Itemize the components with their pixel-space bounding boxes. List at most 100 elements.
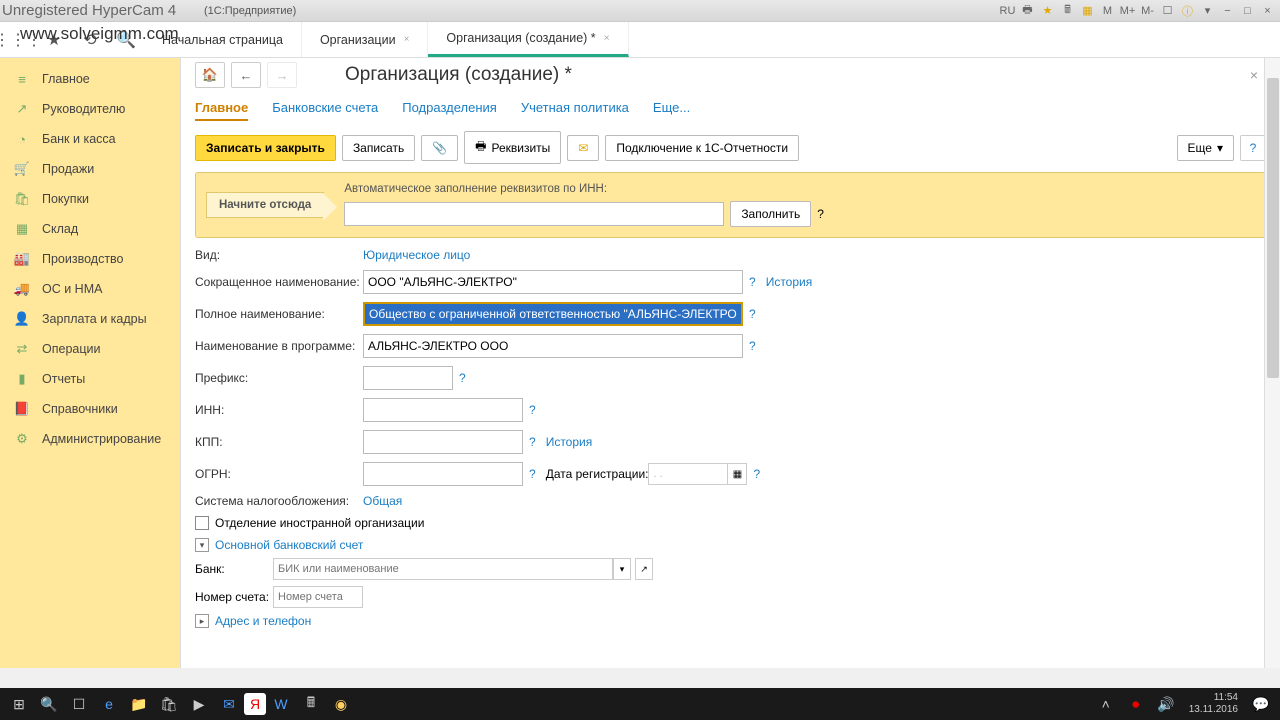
sidebar-item-purchases[interactable]: 🛍Покупки [0, 184, 180, 214]
sidebar-item-references[interactable]: 📕Справочники [0, 394, 180, 424]
ogrn-input[interactable] [363, 462, 523, 486]
maximize-icon[interactable]: □ [1239, 2, 1256, 19]
tax-system-link[interactable]: Общая [363, 494, 402, 508]
mplus-icon[interactable]: M+ [1119, 2, 1136, 19]
inn-input[interactable] [363, 398, 523, 422]
calc-icon[interactable]: 🖩 [296, 690, 326, 718]
cal-icon[interactable]: ▦ [1079, 2, 1096, 19]
search-icon[interactable]: 🔍 [112, 26, 140, 54]
mail-button[interactable]: ✉ [567, 135, 599, 161]
media-icon[interactable]: ▶ [184, 690, 214, 718]
volume-icon[interactable]: 🔊 [1151, 690, 1181, 718]
notifications-icon[interactable]: 💬 [1246, 690, 1276, 718]
m-icon[interactable]: M [1099, 2, 1116, 19]
minimize-icon[interactable]: − [1219, 2, 1236, 19]
subtab-bank-accounts[interactable]: Банковские счета [272, 100, 378, 121]
store-icon[interactable]: 🛍 [154, 690, 184, 718]
tab-home[interactable]: Начальная страница [144, 22, 302, 57]
sidebar-item-salary[interactable]: 👤Зарплата и кадры [0, 304, 180, 334]
close-page-button[interactable]: × [1242, 67, 1266, 83]
help-link[interactable]: ? [753, 467, 760, 481]
mminus-icon[interactable]: M- [1139, 2, 1156, 19]
close-icon[interactable]: × [1259, 2, 1276, 19]
requisites-button[interactable]: 🖶Реквизиты [464, 131, 561, 164]
sidebar-item-admin[interactable]: ⚙Администрирование [0, 424, 180, 454]
record-icon[interactable]: ⏺ [1121, 690, 1151, 718]
sidebar-item-assets[interactable]: 🚚ОС и НМА [0, 274, 180, 304]
help-link[interactable]: ? [749, 307, 756, 321]
subtab-main[interactable]: Главное [195, 100, 248, 121]
info-icon[interactable]: ⓘ [1179, 2, 1196, 19]
sidebar-item-production[interactable]: 🏭Производство [0, 244, 180, 274]
reg-date-input[interactable]: . . [648, 463, 728, 485]
tray-up-icon[interactable]: ˄ [1091, 690, 1121, 718]
star-icon[interactable]: ★ [1039, 2, 1056, 19]
help-link[interactable]: ? [529, 467, 536, 481]
sidebar-item-sales[interactable]: 🛒Продажи [0, 154, 180, 184]
bank-input[interactable] [273, 558, 613, 580]
edge-icon[interactable]: e [94, 690, 124, 718]
connect-1c-button[interactable]: Подключение к 1С-Отчетности [605, 135, 799, 161]
back-button[interactable]: ← [231, 62, 261, 88]
more-button[interactable]: Еще ▾ [1177, 135, 1234, 161]
foreign-checkbox[interactable] [195, 516, 209, 530]
account-input[interactable] [273, 586, 363, 608]
calendar-button[interactable]: ▦ [727, 463, 747, 485]
help-button[interactable]: ? [1240, 135, 1266, 161]
help-link[interactable]: ? [529, 403, 536, 417]
favorite-icon[interactable]: ★ [40, 26, 68, 54]
attach-button[interactable]: 📎 [421, 135, 458, 161]
save-close-button[interactable]: Записать и закрыть [195, 135, 336, 161]
sidebar-item-reports[interactable]: ▮Отчеты [0, 364, 180, 394]
open-button[interactable]: ↗ [635, 558, 653, 580]
address-expander[interactable]: ▸ Адрес и телефон [195, 614, 1266, 628]
explorer-icon[interactable]: 📁 [124, 690, 154, 718]
lang-indicator[interactable]: RU [999, 2, 1016, 19]
close-icon[interactable]: × [404, 34, 410, 45]
home-button[interactable]: 🏠 [195, 62, 225, 88]
window-icon[interactable]: ☐ [1159, 2, 1176, 19]
save-button[interactable]: Записать [342, 135, 415, 161]
apps-icon[interactable]: ⋮⋮⋮ [4, 26, 32, 54]
history-icon[interactable]: ⟲ [76, 26, 104, 54]
mail-icon[interactable]: ✉ [214, 690, 244, 718]
yandex-icon[interactable]: Я [244, 693, 266, 715]
sidebar-item-main[interactable]: ≡Главное [0, 64, 180, 94]
calc-icon[interactable]: 🖩 [1059, 2, 1076, 19]
dropdown-button[interactable]: ▾ [613, 558, 631, 580]
kpp-input[interactable] [363, 430, 523, 454]
sidebar-item-bank[interactable]: ◔Банк и касса [0, 124, 180, 154]
sidebar-item-warehouse[interactable]: ▦Склад [0, 214, 180, 244]
subtab-accounting-policy[interactable]: Учетная политика [521, 100, 629, 121]
help-link[interactable]: ? [749, 339, 756, 353]
fill-button[interactable]: Заполнить [730, 201, 811, 227]
app-icon[interactable]: ◉ [326, 690, 356, 718]
full-name-input[interactable] [363, 302, 743, 326]
sidebar-item-operations[interactable]: ⇄Операции [0, 334, 180, 364]
subtab-departments[interactable]: Подразделения [402, 100, 497, 121]
help-link[interactable]: ? [817, 207, 824, 221]
bank-expander[interactable]: ▾ Основной банковский счет [195, 538, 1266, 552]
tab-organization-create[interactable]: Организация (создание) *× [428, 22, 628, 57]
sidebar-item-manager[interactable]: ↗Руководителю [0, 94, 180, 124]
scrollbar[interactable] [1264, 58, 1280, 668]
history-link[interactable]: История [766, 275, 813, 289]
prefix-input[interactable] [363, 366, 453, 390]
subtab-more[interactable]: Еще... [653, 100, 690, 121]
program-name-input[interactable] [363, 334, 743, 358]
help-link[interactable]: ? [529, 435, 536, 449]
tab-organizations[interactable]: Организации× [302, 22, 428, 57]
start-button[interactable]: ⊞ [4, 690, 34, 718]
help-link[interactable]: ? [749, 275, 756, 289]
help-link[interactable]: ? [459, 371, 466, 385]
close-icon[interactable]: × [604, 33, 610, 44]
print-icon[interactable]: 🖶 [1019, 2, 1036, 19]
taskview-icon[interactable]: ☐ [64, 690, 94, 718]
forward-button[interactable]: → [267, 62, 297, 88]
short-name-input[interactable] [363, 270, 743, 294]
kind-value-link[interactable]: Юридическое лицо [363, 248, 470, 262]
history-link[interactable]: История [546, 435, 593, 449]
dropdown-icon[interactable]: ▾ [1199, 2, 1216, 19]
scrollbar-thumb[interactable] [1267, 78, 1279, 378]
inn-autofill-input[interactable] [344, 202, 724, 226]
